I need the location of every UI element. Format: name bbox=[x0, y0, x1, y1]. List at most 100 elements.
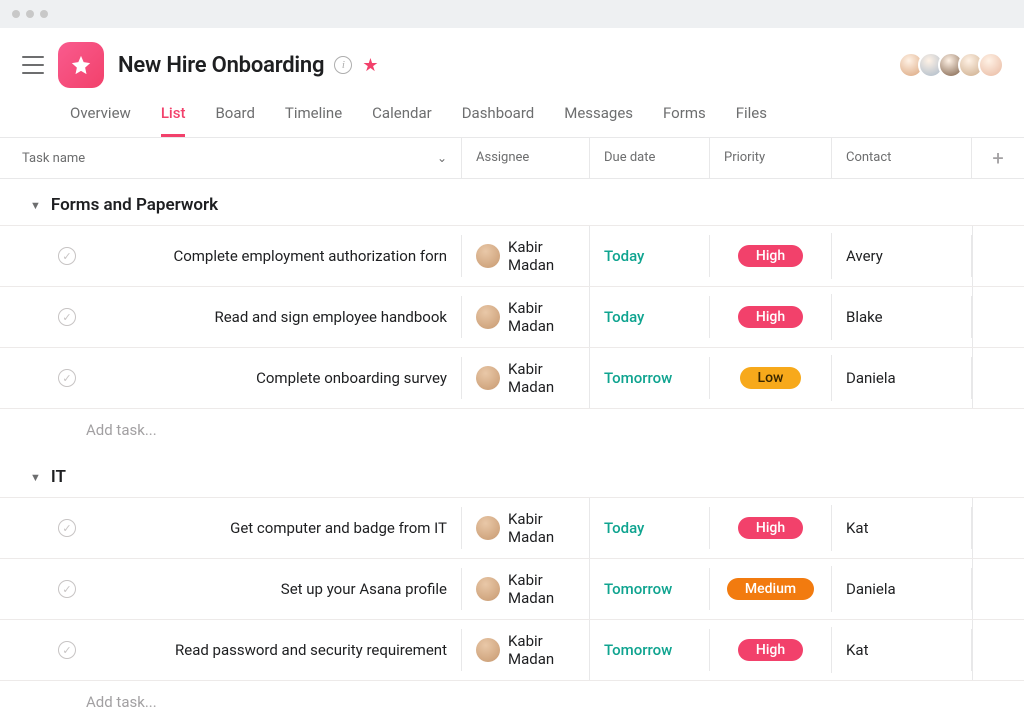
task-name[interactable]: Set up your Asana profile bbox=[281, 580, 447, 598]
complete-task-icon[interactable]: ✓ bbox=[58, 369, 76, 387]
section-title: IT bbox=[51, 467, 66, 487]
member-avatar[interactable] bbox=[978, 52, 1004, 78]
priority-pill: Medium bbox=[727, 578, 814, 600]
assignee-name: Kabir Madan bbox=[508, 238, 575, 274]
column-contact-label[interactable]: Contact bbox=[832, 138, 972, 178]
task-name[interactable]: Read and sign employee handbook bbox=[214, 308, 447, 326]
avatar bbox=[476, 305, 500, 329]
section-header[interactable]: ▼ Forms and Paperwork bbox=[0, 179, 1024, 225]
due-date[interactable]: Tomorrow bbox=[590, 629, 710, 671]
assignee-cell[interactable]: Kabir Madan bbox=[476, 238, 575, 274]
contact-cell[interactable]: Kat bbox=[832, 507, 972, 549]
tabs: Overview List Board Timeline Calendar Dashboa… bbox=[0, 94, 1024, 138]
header: New Hire Onboarding i ★ bbox=[0, 28, 1024, 94]
assignee-name: Kabir Madan bbox=[508, 360, 575, 396]
priority-cell[interactable]: Low bbox=[710, 355, 832, 401]
column-headers: Task name ⌄ Assignee Due date Priority C… bbox=[0, 138, 1024, 179]
due-date[interactable]: Today bbox=[590, 296, 710, 338]
complete-task-icon[interactable]: ✓ bbox=[58, 519, 76, 537]
tab-calendar[interactable]: Calendar bbox=[372, 104, 432, 137]
priority-pill: High bbox=[738, 517, 803, 539]
priority-cell[interactable]: High bbox=[710, 627, 832, 673]
assignee-name: Kabir Madan bbox=[508, 510, 575, 546]
task-row[interactable]: ✓ Complete employment authorization forn K… bbox=[0, 225, 1024, 286]
browser-chrome bbox=[0, 0, 1024, 28]
complete-task-icon[interactable]: ✓ bbox=[58, 247, 76, 265]
avatar bbox=[476, 516, 500, 540]
assignee-cell[interactable]: Kabir Madan bbox=[476, 510, 575, 546]
tab-timeline[interactable]: Timeline bbox=[285, 104, 342, 137]
priority-cell[interactable]: High bbox=[710, 294, 832, 340]
chevron-down-icon[interactable]: ▼ bbox=[30, 471, 41, 484]
task-name[interactable]: Read password and security requirement bbox=[175, 641, 447, 659]
window-dot bbox=[26, 10, 34, 18]
section-header[interactable]: ▼ IT bbox=[0, 451, 1024, 497]
tab-forms[interactable]: Forms bbox=[663, 104, 706, 137]
chevron-down-icon[interactable]: ▼ bbox=[30, 199, 41, 212]
priority-pill: Low bbox=[740, 367, 802, 389]
priority-pill: High bbox=[738, 306, 803, 328]
window-dot bbox=[40, 10, 48, 18]
add-column-button[interactable]: + bbox=[972, 138, 1024, 178]
task-row[interactable]: ✓ Read and sign employee handbook Kabir Ma… bbox=[0, 286, 1024, 347]
empty-cell bbox=[972, 620, 1024, 680]
info-icon[interactable]: i bbox=[334, 56, 352, 74]
tab-files[interactable]: Files bbox=[736, 104, 767, 137]
menu-icon[interactable] bbox=[22, 56, 44, 74]
add-task-button[interactable]: Add task... bbox=[0, 680, 1024, 723]
column-task-label: Task name bbox=[22, 151, 85, 166]
complete-task-icon[interactable]: ✓ bbox=[58, 308, 76, 326]
task-row[interactable]: ✓Set up your Asana profileKabir MadanTom… bbox=[0, 558, 1024, 619]
tab-overview[interactable]: Overview bbox=[70, 104, 131, 137]
contact-cell[interactable]: Daniela bbox=[832, 357, 972, 399]
task-name[interactable]: Get computer and badge from IT bbox=[230, 519, 447, 537]
priority-cell[interactable]: High bbox=[710, 233, 832, 279]
priority-cell[interactable]: Medium bbox=[710, 566, 832, 612]
due-date[interactable]: Today bbox=[590, 235, 710, 277]
contact-cell[interactable]: Blake bbox=[832, 296, 972, 338]
chevron-down-icon[interactable]: ⌄ bbox=[437, 151, 447, 165]
avatar bbox=[476, 366, 500, 390]
add-task-button[interactable]: Add task... bbox=[0, 408, 1024, 451]
avatar bbox=[476, 638, 500, 662]
empty-cell bbox=[972, 348, 1024, 408]
tab-board[interactable]: Board bbox=[215, 104, 254, 137]
star-icon[interactable]: ★ bbox=[362, 55, 378, 76]
tab-list[interactable]: List bbox=[161, 104, 186, 137]
window-dot bbox=[12, 10, 20, 18]
column-due-label[interactable]: Due date bbox=[590, 138, 710, 178]
contact-cell[interactable]: Kat bbox=[832, 629, 972, 671]
contact-cell[interactable]: Avery bbox=[832, 235, 972, 277]
tab-dashboard[interactable]: Dashboard bbox=[462, 104, 535, 137]
project-title[interactable]: New Hire Onboarding bbox=[118, 53, 324, 78]
assignee-name: Kabir Madan bbox=[508, 299, 575, 335]
task-name[interactable]: Complete employment authorization forn bbox=[173, 247, 447, 265]
assignee-cell[interactable]: Kabir Madan bbox=[476, 299, 575, 335]
priority-pill: High bbox=[738, 245, 803, 267]
priority-pill: High bbox=[738, 639, 803, 661]
due-date[interactable]: Today bbox=[590, 507, 710, 549]
task-row[interactable]: ✓ Complete onboarding survey Kabir Madan To… bbox=[0, 347, 1024, 408]
assignee-name: Kabir Madan bbox=[508, 632, 575, 668]
task-row[interactable]: ✓ Read password and security requirement K… bbox=[0, 619, 1024, 680]
avatar bbox=[476, 577, 500, 601]
assignee-cell[interactable]: Kabir Madan bbox=[476, 632, 575, 668]
tab-messages[interactable]: Messages bbox=[564, 104, 633, 137]
project-icon bbox=[58, 42, 104, 88]
due-date[interactable]: Tomorrow bbox=[590, 357, 710, 399]
task-row[interactable]: ✓ Get computer and badge from IT Kabir Mad… bbox=[0, 497, 1024, 558]
empty-cell bbox=[972, 287, 1024, 347]
empty-cell bbox=[972, 498, 1024, 558]
assignee-cell[interactable]: Kabir Madan bbox=[476, 571, 575, 607]
section-title: Forms and Paperwork bbox=[51, 195, 218, 215]
priority-cell[interactable]: High bbox=[710, 505, 832, 551]
member-avatars[interactable] bbox=[904, 52, 1004, 78]
column-assignee-label[interactable]: Assignee bbox=[462, 138, 590, 178]
complete-task-icon[interactable]: ✓ bbox=[58, 641, 76, 659]
assignee-cell[interactable]: Kabir Madan bbox=[476, 360, 575, 396]
empty-cell bbox=[972, 559, 1024, 619]
task-name[interactable]: Complete onboarding survey bbox=[256, 369, 447, 387]
complete-task-icon[interactable]: ✓ bbox=[58, 580, 76, 598]
column-priority-label[interactable]: Priority bbox=[710, 138, 832, 178]
avatar bbox=[476, 244, 500, 268]
